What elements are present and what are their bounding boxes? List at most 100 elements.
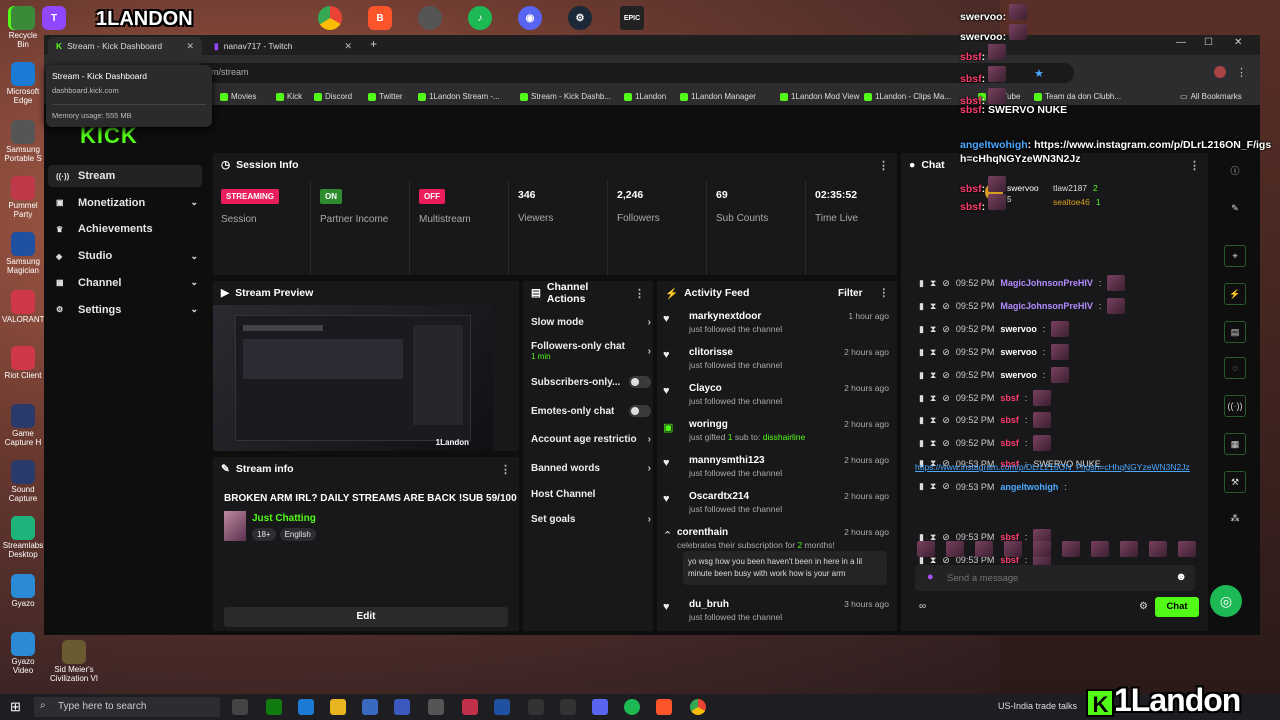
top-user-2[interactable]: sealtoe46 1: [1053, 197, 1101, 207]
emote-picker-icon[interactable]: [1062, 541, 1080, 557]
desktop-icon[interactable]: Recycle Bin: [2, 6, 44, 49]
bookmark-item[interactable]: 1Landon: [624, 92, 666, 101]
chat-message[interactable]: ▮ ⧗ ⊘ 09:52 PM sbsf:: [919, 435, 1052, 451]
chat-username[interactable]: angeltwohigh: [1000, 482, 1058, 492]
chat-message[interactable]: ▮ ⧗ ⊘ 09:52 PM swervoo:: [919, 367, 1070, 383]
emote-picker-icon[interactable]: [946, 541, 964, 557]
edge-icon[interactable]: [298, 699, 314, 715]
filter-button[interactable]: Filter: [838, 288, 862, 299]
timeout-icon[interactable]: ⧗: [930, 324, 936, 335]
chat-message[interactable]: ▮ ⧗ ⊘ 09:52 PM MagicJohnsonPreHIV:: [919, 275, 1126, 291]
minimize-icon[interactable]: —: [1176, 37, 1186, 48]
chat-username[interactable]: sbsf: [1000, 438, 1019, 448]
emote-picker-icon[interactable]: [1149, 541, 1167, 557]
desktop-icon[interactable]: Microsoft Edge: [2, 62, 44, 105]
chat-username[interactable]: sbsf: [1000, 415, 1019, 425]
chat-bubble-icon[interactable]: ◌: [1224, 357, 1246, 379]
bookmark-item[interactable]: Team da don Clubh...: [1034, 92, 1121, 101]
infinity-icon[interactable]: ∞: [919, 601, 926, 612]
timeout-icon[interactable]: ⧗: [930, 481, 936, 492]
brave-taskbar-icon[interactable]: [656, 699, 672, 715]
sidebar-item-stream[interactable]: ((·)) Stream: [48, 165, 202, 187]
desktop-icon[interactable]: VALORANT: [2, 290, 45, 324]
emote-picker-icon[interactable]: [1120, 541, 1138, 557]
pin-icon[interactable]: ▮: [919, 278, 924, 289]
activity-username[interactable]: mannysmthi123: [689, 455, 765, 466]
edit-button[interactable]: Edit: [224, 607, 508, 627]
timeout-icon[interactable]: ⧗: [930, 370, 936, 381]
wrench-icon[interactable]: ⚒: [1224, 471, 1246, 493]
timeout-icon[interactable]: ⧗: [930, 415, 936, 426]
bookmark-item[interactable]: 1Landon Manager: [680, 92, 756, 101]
app-icon[interactable]: [418, 6, 442, 30]
pin-icon[interactable]: ▮: [919, 481, 924, 492]
desktop-icon[interactable]: Samsung Portable S: [2, 120, 44, 163]
explorer-icon[interactable]: [330, 699, 346, 715]
mic-icon[interactable]: ●: [927, 571, 934, 583]
stream-preview-video[interactable]: 1Landon: [213, 305, 493, 451]
ban-icon[interactable]: ⊘: [942, 481, 950, 492]
chat-username[interactable]: MagicJohnsonPreHIV: [1000, 301, 1093, 311]
timeout-icon[interactable]: ⧗: [930, 301, 936, 312]
spotify-app-icon[interactable]: ♪: [468, 6, 492, 30]
taskbar-search[interactable]: ⌕ Type here to search: [34, 697, 220, 717]
close-tab-icon[interactable]: ✕: [186, 41, 194, 52]
activity-username[interactable]: clitorisse: [689, 347, 733, 358]
timeout-icon[interactable]: ⧗: [930, 347, 936, 358]
settings-taskbar-icon[interactable]: [428, 699, 444, 715]
emoji-icon[interactable]: ☻: [1175, 571, 1187, 583]
url-input[interactable]: om/stream: [194, 63, 1074, 83]
close-tab-icon[interactable]: ✕: [344, 41, 352, 52]
windows-start-icon[interactable]: ⊞: [10, 699, 21, 715]
store-icon[interactable]: [362, 699, 378, 715]
edit-icon[interactable]: ✎: [1224, 197, 1246, 219]
desktop-icon[interactable]: Pummel Party: [2, 176, 44, 219]
pin-icon[interactable]: ▮: [919, 393, 924, 404]
activity-username[interactable]: markynextdoor: [689, 311, 761, 322]
chat-username[interactable]: swervoo: [1000, 370, 1037, 380]
pin-icon[interactable]: ▮: [919, 347, 924, 358]
chat-message[interactable]: ▮ ⧗ ⊘ 09:52 PM swervoo:: [919, 321, 1070, 337]
close-window-icon[interactable]: ✕: [1234, 37, 1242, 48]
chat-message[interactable]: ▮ ⧗ ⊘ 09:52 PM sbsf:: [919, 412, 1052, 428]
chat-message[interactable]: ▮ ⧗ ⊘ 09:52 PM swervoo:: [919, 344, 1070, 360]
profile-avatar[interactable]: [1214, 66, 1226, 78]
top-user-1[interactable]: tlaw2187 2: [1053, 183, 1098, 193]
brave-app-icon[interactable]: B: [368, 6, 392, 30]
ban-icon[interactable]: ⊘: [942, 324, 950, 335]
chat-username[interactable]: swervoo: [1000, 324, 1037, 334]
desktop-icon[interactable]: Sound Capture: [2, 460, 44, 503]
menu-icon[interactable]: ⋮: [1236, 66, 1247, 79]
pin-icon[interactable]: ▮: [919, 301, 924, 312]
bookmarks-all[interactable]: ▭ All Bookmarks: [1180, 92, 1242, 101]
pin-icon[interactable]: ▮: [919, 438, 924, 449]
new-tab-icon[interactable]: +: [370, 37, 377, 51]
channel-action-5[interactable]: Banned words ›: [531, 463, 651, 474]
channel-action-7[interactable]: Set goals ›: [531, 514, 651, 525]
ban-icon[interactable]: ⊘: [942, 278, 950, 289]
emote-picker-icon[interactable]: [1004, 541, 1022, 557]
timeout-icon[interactable]: ⧗: [930, 278, 936, 289]
spotify-taskbar-icon[interactable]: [624, 699, 640, 715]
channel-action-3[interactable]: Emotes-only chat: [531, 405, 651, 417]
maximize-icon[interactable]: ☐: [1204, 37, 1213, 48]
ban-icon[interactable]: ⊘: [942, 347, 950, 358]
tag[interactable]: 18+: [252, 528, 276, 541]
epic-app-icon[interactable]: EPIC: [620, 6, 644, 30]
more-options-icon[interactable]: ⋮: [634, 287, 645, 300]
pin-icon[interactable]: ▮: [919, 370, 924, 381]
ban-icon[interactable]: ⊘: [942, 415, 950, 426]
sidebar-item-channel[interactable]: ▦ Channel ⌄: [48, 272, 202, 294]
desktop-icon[interactable]: Gyazo: [2, 574, 44, 608]
toggle-switch[interactable]: [629, 405, 651, 417]
pinned-user-name[interactable]: swervoo: [1007, 183, 1039, 193]
channel-action-1[interactable]: Followers-only chat 1 min ›: [531, 341, 651, 361]
chat-message[interactable]: ▮ ⧗ ⊘ 09:53 PM angeltwohigh:: [919, 481, 1067, 492]
page-icon[interactable]: ▤: [1224, 321, 1246, 343]
layout-icon[interactable]: ▦: [1224, 433, 1246, 455]
channel-action-2[interactable]: Subscribers-only...: [531, 376, 651, 388]
ban-icon[interactable]: ⊘: [942, 370, 950, 381]
desktop-icon[interactable]: Sid Meier's Civilization VI: [46, 640, 102, 683]
ban-icon[interactable]: ⊘: [942, 393, 950, 404]
calculator-icon[interactable]: [394, 699, 410, 715]
